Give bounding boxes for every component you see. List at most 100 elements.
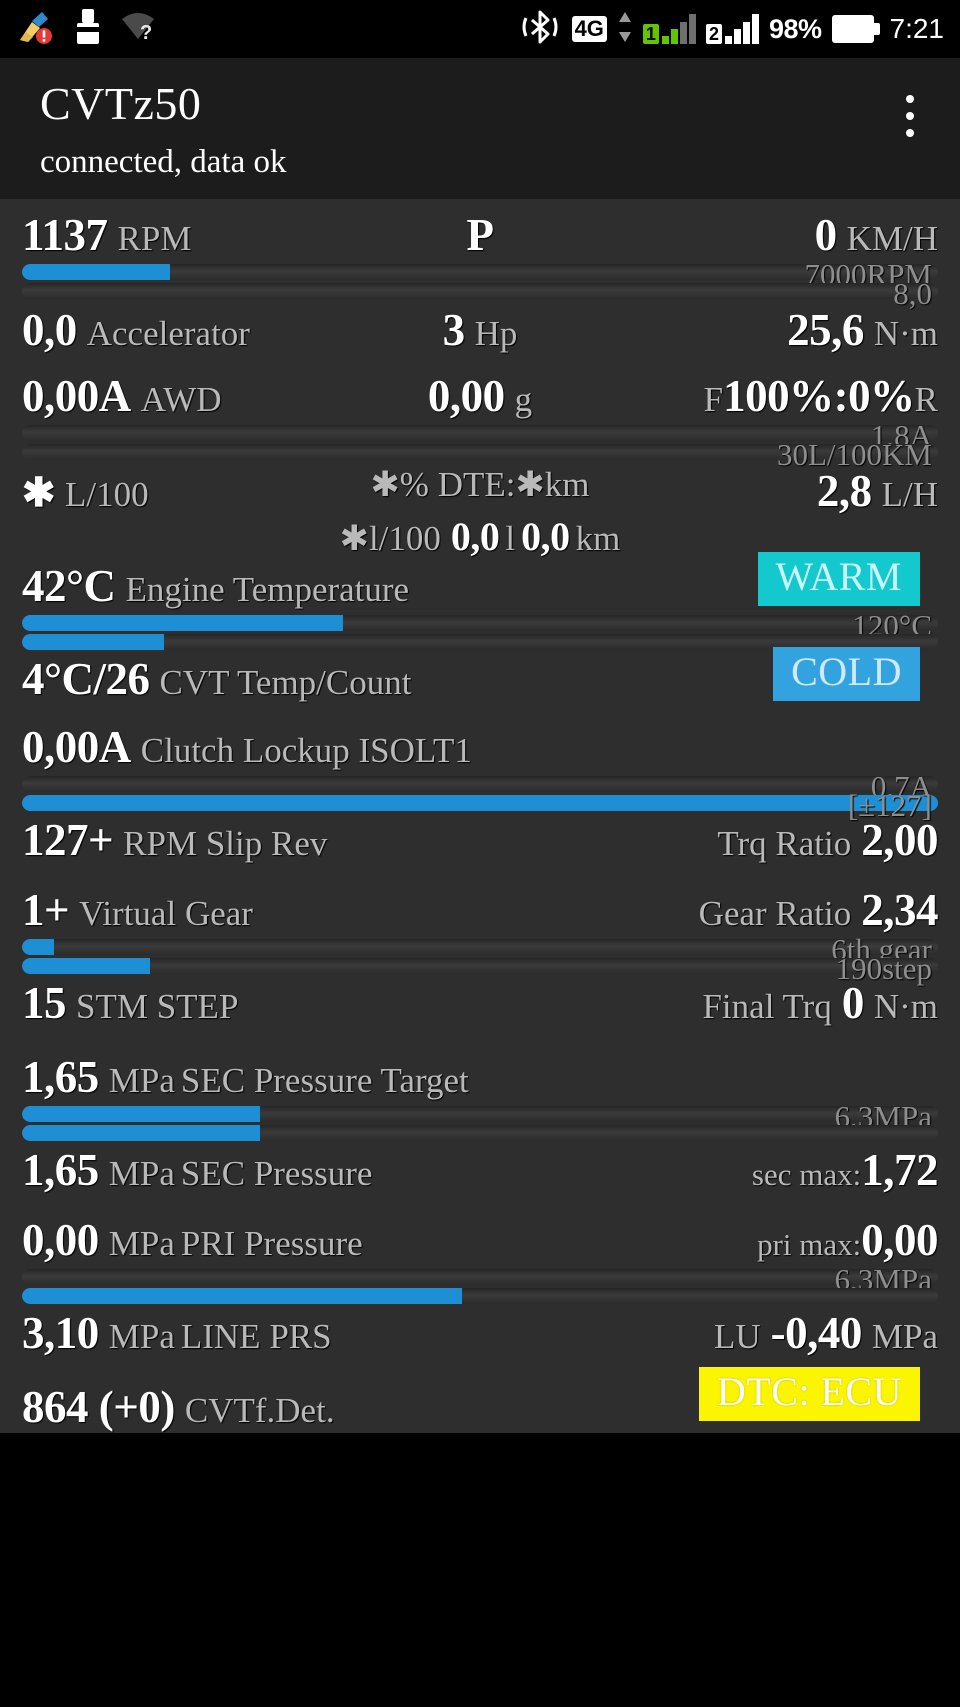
stm-bar-wrap: 190step xyxy=(22,951,938,986)
dtc-status-badge[interactable]: DTC: ECU xyxy=(698,1367,920,1422)
sim1-badge: 1 xyxy=(642,24,659,44)
awd-value: 0,00A xyxy=(22,371,131,422)
awd-bar-wrap: 1,8A xyxy=(22,418,938,453)
virtual-gear-bar-wrap: 6th gear xyxy=(22,932,938,967)
speed-unit: KM/H xyxy=(846,219,938,259)
row-sec-pressure[interactable]: 1,65 MPa SEC Pressure sec max: 1,72 xyxy=(0,1144,960,1196)
torque-value: 25,6 xyxy=(787,305,864,356)
stm-bar xyxy=(22,958,938,975)
sec-pressure-label: SEC Pressure xyxy=(180,1154,373,1194)
l100-value: ✱ xyxy=(22,470,56,516)
accel-bar xyxy=(22,283,938,300)
rpm-value: 1137 xyxy=(22,210,108,261)
trip-km-value: 0,0 xyxy=(521,514,570,560)
row-pri-pressure[interactable]: 0,00 MPa PRI Pressure pri max: 0,00 6,3M… xyxy=(0,1196,960,1305)
speed-value: 0 xyxy=(814,210,838,261)
hp-unit: Hp xyxy=(474,314,518,354)
trip-liters-value: 0,0 xyxy=(450,514,500,560)
line-pressure-bar xyxy=(22,1288,938,1305)
row-virtual-gear[interactable]: 1+ Virtual Gear Gear Ratio 2,34 6th gear… xyxy=(0,866,960,986)
final-torque-label: Final Trq xyxy=(702,987,832,1027)
dte-text: ✱% DTE:✱km xyxy=(370,465,590,505)
l100-unit: L/100 xyxy=(65,475,149,515)
g-force-value: 0,00 xyxy=(427,371,505,422)
pri-pressure-label: PRI Pressure xyxy=(180,1224,363,1264)
battery-icon xyxy=(831,15,880,43)
row-awd[interactable]: 0,00A AWD 0,00 g F 100%:0% R 1,8A 30L/10… xyxy=(0,356,960,472)
row-clutch-lockup[interactable]: 0,00A Clutch Lockup ISOLT1 0,7A [±127] xyxy=(0,705,960,823)
battery-percent-label: 98% xyxy=(768,13,822,44)
awd-bar xyxy=(22,425,938,442)
slip-bar-wrap: [±127] xyxy=(22,788,938,823)
line-pressure-value: 3,10 xyxy=(22,1308,99,1359)
sec-target-value: 1,65 xyxy=(22,1052,99,1103)
row-rpm[interactable]: 1137 RPM P 0 KM/H 7000RPM 8,0 xyxy=(0,199,960,311)
broom-alert-icon xyxy=(16,10,56,49)
lockup-value: -0,40 xyxy=(770,1308,863,1359)
cvtf-value: 864 (+0) xyxy=(22,1382,175,1433)
sec-target-bar-wrap: 6,3MPa xyxy=(22,1099,938,1134)
pri-pressure-bar xyxy=(22,1269,938,1286)
connection-status-label: connected, data ok xyxy=(40,144,287,181)
engine-temp-bar-wrap: 120°C xyxy=(22,608,938,643)
torque-ratio-label: Trq Ratio xyxy=(717,824,852,864)
pri-pressure-unit: MPa xyxy=(108,1224,175,1264)
dashboard-panel: 1137 RPM P 0 KM/H 7000RPM 8,0 0,0 Accele… xyxy=(0,199,960,1434)
trip-liters-unit: l xyxy=(505,519,516,559)
accelerator-value: 0,0 xyxy=(22,305,77,356)
row-cvtf-detection[interactable]: 864 (+0) CVTf.Det. DTC: ECU xyxy=(0,1359,960,1433)
wifi-question-icon: ? xyxy=(120,11,160,48)
accel-bar-wrap: 8,0 xyxy=(22,276,938,311)
torque-split-rear-label: R xyxy=(914,380,938,420)
torque-split-value: 100%:0% xyxy=(723,371,915,422)
torque-ratio-value: 2,00 xyxy=(861,815,938,866)
app-bar: CVTz50 connected, data ok xyxy=(0,58,960,200)
kebab-menu-icon[interactable] xyxy=(888,86,932,146)
row-sec-pressure-target[interactable]: 1,65 MPa SEC Pressure Target 6,3MPa xyxy=(0,1029,960,1142)
clock-label: 7:21 xyxy=(889,13,945,44)
clutch-bar xyxy=(22,776,938,793)
sec-max-value: 1,72 xyxy=(861,1145,938,1196)
rpm-bar-wrap: 7000RPM xyxy=(22,257,938,292)
engine-temp-value: 42°C xyxy=(22,561,116,612)
clutch-lockup-label: Clutch Lockup ISOLT1 xyxy=(140,731,472,771)
virtual-gear-bar xyxy=(22,939,938,956)
clutch-bar-wrap: 0,7A xyxy=(22,769,938,804)
stm-step-label: STM STEP xyxy=(76,987,239,1027)
rpm-bar xyxy=(22,264,938,281)
slip-rev-value: 127+ xyxy=(22,815,114,866)
virtual-gear-label: Virtual Gear xyxy=(79,894,253,934)
sim2-signal: 2 xyxy=(705,14,759,44)
rpm-unit: RPM xyxy=(117,219,192,259)
row-accelerator[interactable]: 0,0 Accelerator 3 Hp 25,6 N·m xyxy=(0,302,960,356)
hp-value: 3 xyxy=(442,305,466,356)
consumption-bar xyxy=(22,444,938,461)
page-title: CVTz50 xyxy=(40,78,202,129)
final-torque-unit: N·m xyxy=(873,987,938,1027)
status-bar-left-icons: ? xyxy=(16,8,160,50)
row-slip-rev[interactable]: 127+ RPM Slip Rev Trq Ratio 2,00 xyxy=(0,814,960,866)
cvtf-label: CVTf.Det. xyxy=(184,1391,335,1431)
bluetooth-icon xyxy=(518,10,562,49)
row-cvt-temperature[interactable]: 4°C/26 CVT Temp/Count COLD xyxy=(0,647,960,705)
line-pressure-label: LINE PRS xyxy=(180,1317,332,1357)
sec-max-label: sec max: xyxy=(751,1157,862,1193)
virtual-gear-value: 1+ xyxy=(22,885,70,936)
lockup-unit: MPa xyxy=(871,1317,938,1357)
awd-label: AWD xyxy=(140,380,222,420)
pri-max-label: pri max: xyxy=(757,1227,862,1263)
engine-temp-bar xyxy=(22,615,938,632)
sim2-badge: 2 xyxy=(705,24,722,44)
row-engine-temperature[interactable]: 42°C Engine Temperature WARM 120°C xyxy=(0,552,960,651)
engine-temp-label: Engine Temperature xyxy=(125,570,410,610)
stm-step-value: 15 xyxy=(22,978,67,1029)
slip-rev-label: RPM Slip Rev xyxy=(123,824,328,864)
engine-temp-status-badge: WARM xyxy=(757,552,920,607)
lh-value: 2,8 xyxy=(816,466,872,517)
gear-position-value: P xyxy=(466,210,495,261)
row-line-pressure[interactable]: 3,10 MPa LINE PRS LU -0,40 MPa xyxy=(0,1307,960,1359)
row-fuel[interactable]: ✱ L/100 ✱% DTE:✱km 2,8 L/H ✱l/100 0,0 l … xyxy=(0,463,960,560)
row-stm-step[interactable]: 15 STM STEP Final Trq 0 N·m xyxy=(0,977,960,1029)
trip-prefix-label: ✱l/100 xyxy=(339,519,441,559)
gear-ratio-value: 2,34 xyxy=(861,885,938,936)
